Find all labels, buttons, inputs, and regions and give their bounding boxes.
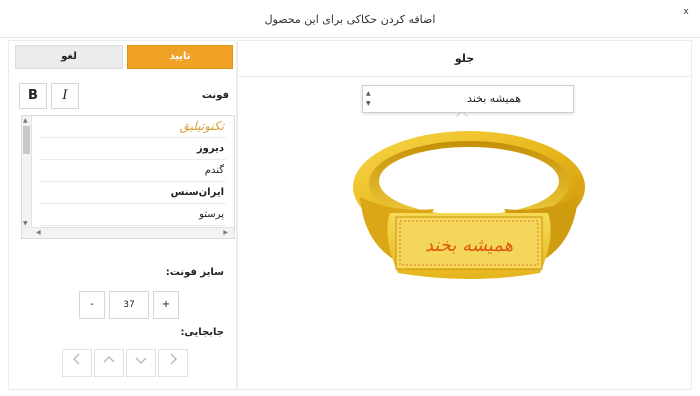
font-option[interactable]: ایران‌سنس <box>40 182 226 204</box>
engraving-modal: اضافه کردن حکاکی برای این محصول x لغو تا… <box>0 0 700 396</box>
font-style-row: B I فونت <box>19 83 231 111</box>
scroll-right-icon[interactable]: ▶ <box>223 229 228 236</box>
engraving-input-value: همیشه بخند <box>467 92 521 105</box>
close-button[interactable]: x <box>680 6 692 18</box>
scroll-down-icon[interactable]: ▼ <box>23 220 28 227</box>
font-option[interactable]: پرستو <box>40 204 226 226</box>
scrollbar-thumb[interactable] <box>23 126 30 154</box>
increase-size-button[interactable]: + <box>153 291 179 319</box>
font-size-input[interactable]: 37 <box>109 291 149 319</box>
move-down-button[interactable] <box>126 349 156 377</box>
chevron-down-icon <box>135 357 147 364</box>
move-up-button[interactable] <box>94 349 124 377</box>
confirm-button[interactable]: تایید <box>127 45 233 69</box>
font-list-hscrollbar[interactable]: ◀ ▶ <box>22 227 234 238</box>
modal-header: اضافه کردن حکاکی برای این محصول x <box>0 0 700 38</box>
scroll-up-icon[interactable]: ▲ <box>23 117 28 124</box>
chevron-right-icon <box>170 353 177 365</box>
font-option[interactable]: تکنوتیلیق <box>40 116 226 138</box>
settings-panel: لغو تایید B I فونت ▲ ▼ تکنوتیلیق دیروز گ… <box>8 40 237 390</box>
scroll-left-icon[interactable]: ◀ <box>36 229 41 236</box>
engraving-text-input[interactable]: ▲ ▼ همیشه بخند <box>362 85 574 113</box>
decrease-size-button[interactable]: - <box>79 291 105 319</box>
engraving-text: همیشه بخند <box>425 235 513 256</box>
font-option[interactable]: گندم <box>40 160 226 182</box>
bold-button[interactable]: B <box>19 83 47 109</box>
spinner-icon[interactable]: ▲ ▼ <box>366 89 371 109</box>
tab-front[interactable]: جلو <box>238 41 691 77</box>
preview-panel: جلو ▲ ▼ همیشه بخند همیشه بخند <box>237 40 692 390</box>
move-label: جابجایی: <box>180 327 224 338</box>
font-list[interactable]: ▲ ▼ تکنوتیلیق دیروز گندم ایران‌سنس پرستو… <box>21 115 235 239</box>
chevron-up-icon <box>103 356 115 363</box>
ring-opening <box>379 147 559 215</box>
modal-title: اضافه کردن حکاکی برای این محصول <box>264 13 436 26</box>
font-option[interactable]: دیروز <box>40 138 226 160</box>
font-items: تکنوتیلیق دیروز گندم ایران‌سنس پرستو <box>40 116 226 226</box>
move-left-button[interactable] <box>62 349 92 377</box>
font-size-control: - 37 + <box>79 291 179 321</box>
chevron-left-icon <box>73 353 80 365</box>
move-controls <box>62 349 190 379</box>
action-buttons: لغو تایید <box>15 45 233 69</box>
italic-button[interactable]: I <box>51 83 79 109</box>
font-size-label: سایز فونت: <box>165 267 224 278</box>
font-label: فونت <box>201 90 229 101</box>
ring-preview: همیشه بخند <box>353 131 585 279</box>
move-right-button[interactable] <box>158 349 188 377</box>
font-list-scrollbar[interactable]: ▲ ▼ <box>22 116 32 228</box>
cancel-button[interactable]: لغو <box>15 45 123 69</box>
